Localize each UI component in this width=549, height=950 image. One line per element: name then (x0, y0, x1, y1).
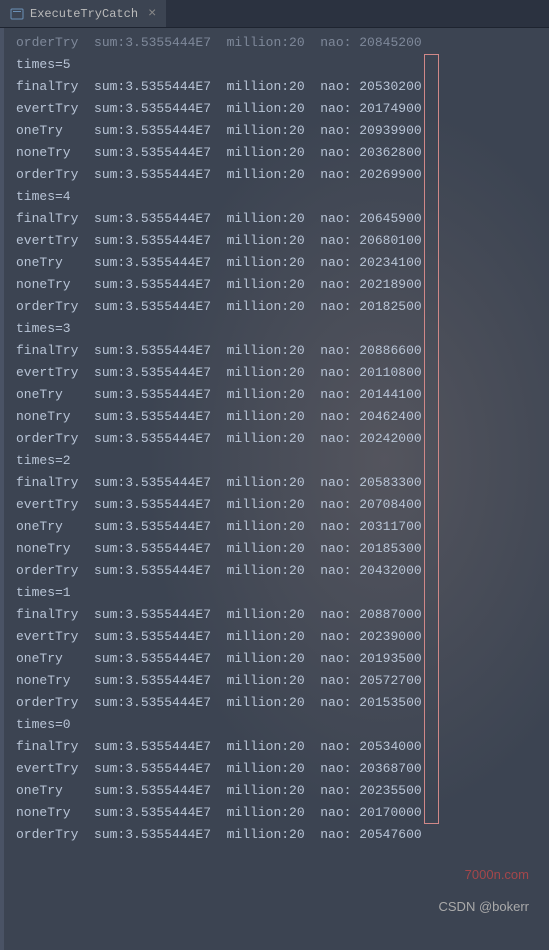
console-output[interactable]: orderTry sum:3.5355444E7 million:20 nao:… (0, 28, 549, 850)
tab-bar: ExecuteTryCatch × (0, 0, 549, 28)
console-data-line: oneTry sum:3.5355444E7 million:20 nao: 2… (16, 648, 545, 670)
console-data-line: evertTry sum:3.5355444E7 million:20 nao:… (16, 758, 545, 780)
console-data-line: evertTry sum:3.5355444E7 million:20 nao:… (16, 230, 545, 252)
console-times-line: times=2 (16, 450, 545, 472)
run-icon (10, 7, 24, 21)
watermark-text: 7000n.com (465, 867, 529, 882)
console-data-line: oneTry sum:3.5355444E7 million:20 nao: 2… (16, 252, 545, 274)
console-data-line: oneTry sum:3.5355444E7 million:20 nao: 2… (16, 120, 545, 142)
console-data-line: finalTry sum:3.5355444E7 million:20 nao:… (16, 208, 545, 230)
console-data-line: evertTry sum:3.5355444E7 million:20 nao:… (16, 494, 545, 516)
console-line-partial: orderTry sum:3.5355444E7 million:20 nao:… (16, 32, 545, 54)
console-times-line: times=1 (16, 582, 545, 604)
csdn-attribution: CSDN @bokerr (439, 899, 530, 914)
console-data-line: noneTry sum:3.5355444E7 million:20 nao: … (16, 670, 545, 692)
console-data-line: evertTry sum:3.5355444E7 million:20 nao:… (16, 362, 545, 384)
console-data-line: orderTry sum:3.5355444E7 million:20 nao:… (16, 428, 545, 450)
console-data-line: finalTry sum:3.5355444E7 million:20 nao:… (16, 76, 545, 98)
console-data-line: orderTry sum:3.5355444E7 million:20 nao:… (16, 296, 545, 318)
console-data-line: oneTry sum:3.5355444E7 million:20 nao: 2… (16, 780, 545, 802)
console-times-line: times=0 (16, 714, 545, 736)
console-data-line: evertTry sum:3.5355444E7 million:20 nao:… (16, 626, 545, 648)
console-data-line: oneTry sum:3.5355444E7 million:20 nao: 2… (16, 516, 545, 538)
console-data-line: finalTry sum:3.5355444E7 million:20 nao:… (16, 340, 545, 362)
console-data-line: orderTry sum:3.5355444E7 million:20 nao:… (16, 824, 545, 846)
console-data-line: oneTry sum:3.5355444E7 million:20 nao: 2… (16, 384, 545, 406)
console-times-line: times=4 (16, 186, 545, 208)
console-data-line: noneTry sum:3.5355444E7 million:20 nao: … (16, 274, 545, 296)
console-data-line: noneTry sum:3.5355444E7 million:20 nao: … (16, 538, 545, 560)
console-data-line: orderTry sum:3.5355444E7 million:20 nao:… (16, 560, 545, 582)
tab-executetrycatch[interactable]: ExecuteTryCatch × (0, 0, 166, 27)
console-data-line: noneTry sum:3.5355444E7 million:20 nao: … (16, 406, 545, 428)
console-data-line: noneTry sum:3.5355444E7 million:20 nao: … (16, 802, 545, 824)
console-data-line: orderTry sum:3.5355444E7 million:20 nao:… (16, 692, 545, 714)
console-data-line: finalTry sum:3.5355444E7 million:20 nao:… (16, 604, 545, 626)
console-lines: times=5finalTry sum:3.5355444E7 million:… (16, 54, 545, 846)
console-data-line: noneTry sum:3.5355444E7 million:20 nao: … (16, 142, 545, 164)
console-data-line: finalTry sum:3.5355444E7 million:20 nao:… (16, 472, 545, 494)
console-data-line: evertTry sum:3.5355444E7 million:20 nao:… (16, 98, 545, 120)
tab-close-button[interactable]: × (148, 6, 156, 22)
console-data-line: orderTry sum:3.5355444E7 million:20 nao:… (16, 164, 545, 186)
console-times-line: times=5 (16, 54, 545, 76)
tab-label: ExecuteTryCatch (30, 7, 138, 21)
console-times-line: times=3 (16, 318, 545, 340)
console-data-line: finalTry sum:3.5355444E7 million:20 nao:… (16, 736, 545, 758)
